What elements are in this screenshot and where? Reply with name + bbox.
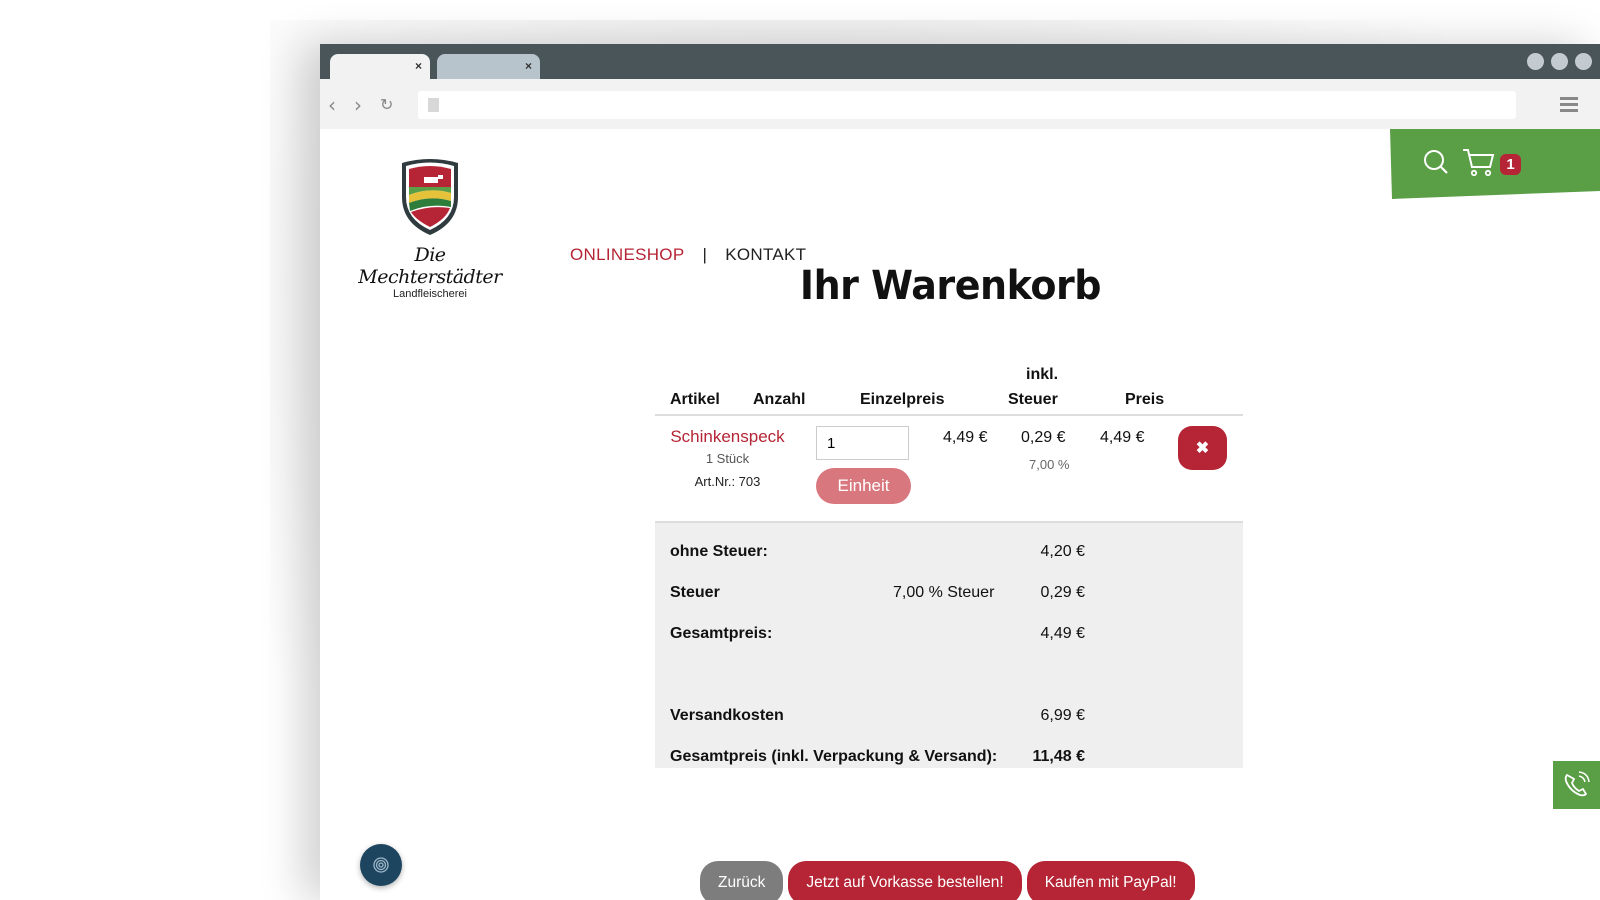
table-row: Schinkenspeck 1 Stück Art.Nr.: 703 Einhe… (655, 416, 1243, 523)
checkout-actions: Zurück Jetzt auf Vorkasse bestellen! Kau… (700, 861, 1195, 900)
window-maximize-button[interactable] (1551, 53, 1568, 70)
versandkosten-value: 6,99 € (1040, 707, 1085, 724)
shield-logo-icon (402, 159, 458, 235)
ohne-steuer-value: 4,20 € (1040, 543, 1085, 560)
header-anzahl: Anzahl (753, 391, 806, 408)
cart-icon[interactable] (1462, 147, 1496, 177)
back-arrow-icon[interactable]: ‹ (328, 93, 336, 117)
item-name-link[interactable]: Schinkenspeck (655, 427, 800, 447)
unit-button[interactable]: Einheit (816, 468, 911, 504)
remove-item-button[interactable]: ✖ (1178, 426, 1227, 470)
nav-link-kontakt[interactable]: KONTAKT (725, 245, 806, 264)
browser-toolbar: ‹ › ↻ (320, 79, 1600, 129)
item-steuer: 0,29 € (1021, 429, 1066, 446)
main-navigation: ONLINESHOP | KONTAKT (570, 245, 806, 265)
header-steuer-line2: Steuer (1008, 391, 1058, 408)
close-icon: ✖ (1195, 440, 1210, 457)
steuer-label: Steuer (670, 584, 720, 601)
nav-separator: | (702, 245, 708, 264)
tab-close-icon[interactable]: × (525, 59, 532, 73)
paypal-button[interactable]: Kaufen mit PayPal! (1026, 861, 1195, 900)
tab-close-icon[interactable]: × (415, 59, 422, 73)
totals-panel: ohne Steuer: 4,20 € Steuer 7,00 % Steuer… (655, 523, 1243, 768)
phone-icon (1564, 771, 1590, 797)
cart-count-badge: 1 (1500, 154, 1521, 175)
page-icon (428, 98, 439, 112)
window-minimize-button[interactable] (1527, 53, 1544, 70)
quantity-input[interactable] (816, 426, 909, 460)
item-unit: 1 Stück (705, 451, 750, 466)
vorkasse-button[interactable]: Jetzt auf Vorkasse bestellen! (788, 861, 1022, 900)
page-title-text: Ihr Warenkorb (799, 263, 1101, 309)
privacy-settings-button[interactable] (360, 844, 402, 886)
endpreis-label: Gesamtpreis (inkl. Verpackung & Versand)… (670, 748, 998, 765)
browser-window: × × ‹ › ↻ Die Mechterstädter Landfleisch… (320, 44, 1600, 900)
reload-icon[interactable]: ↻ (380, 95, 393, 114)
item-einzelpreis: 4,49 € (943, 429, 988, 446)
item-info: Schinkenspeck 1 Stück Art.Nr.: 703 (655, 427, 800, 489)
item-article-number: Art.Nr.: 703 (694, 474, 761, 489)
window-controls (1527, 53, 1592, 70)
table-header: Artikel Anzahl Einzelpreis inkl. Steuer … (655, 354, 1243, 416)
cart-table: Artikel Anzahl Einzelpreis inkl. Steuer … (655, 354, 1243, 768)
forward-arrow-icon[interactable]: › (354, 93, 362, 117)
versandkosten-label: Versandkosten (670, 707, 784, 724)
gesamtpreis-label: Gesamtpreis: (670, 625, 773, 642)
page-title: Ihr Warenkorb (320, 263, 1580, 309)
endpreis-value: 11,48 € (1032, 748, 1086, 765)
search-icon[interactable] (1422, 148, 1450, 176)
ohne-steuer-label: ohne Steuer: (670, 543, 768, 560)
phone-contact-button[interactable] (1553, 761, 1600, 809)
gesamtpreis-value: 4,49 € (1040, 625, 1085, 642)
steuer-rate-text: 7,00 % Steuer (893, 584, 995, 601)
back-button[interactable]: Zurück (700, 861, 784, 900)
header-steuer-line1: inkl. (1026, 366, 1059, 383)
fingerprint-icon (373, 857, 389, 873)
header-artikel: Artikel (670, 391, 720, 408)
page-content: Die Mechterstädter Landfleischerei ONLIN… (320, 129, 1600, 900)
header-einzelpreis: Einzelpreis (860, 391, 945, 408)
address-bar[interactable] (418, 91, 1516, 119)
browser-tab-active[interactable]: × (330, 54, 430, 79)
item-steuer-rate: 7,00 % (1029, 457, 1070, 472)
nav-link-onlineshop[interactable]: ONLINESHOP (570, 245, 684, 264)
browser-tab-inactive[interactable]: × (437, 54, 540, 79)
hamburger-menu-icon[interactable] (1560, 97, 1578, 115)
steuer-value: 0,29 € (1040, 584, 1085, 601)
header-preis: Preis (1125, 391, 1165, 408)
browser-titlebar: × × (320, 44, 1600, 79)
item-preis: 4,49 € (1100, 429, 1145, 446)
window-close-button[interactable] (1575, 53, 1592, 70)
cart-widget: 1 (1390, 129, 1600, 199)
